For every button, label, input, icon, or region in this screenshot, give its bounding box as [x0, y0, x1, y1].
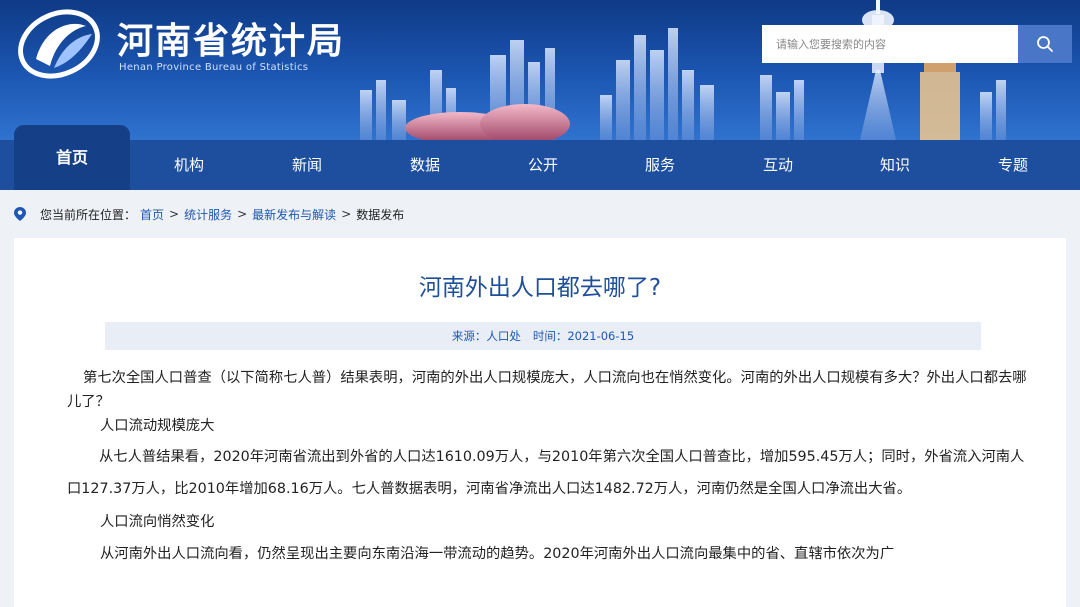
breadcrumb: 您当前所在位置： 首页 > 统计服务 > 最新发布与解读 > 数据发布	[0, 190, 1080, 238]
nav-item-public[interactable]: 公开	[488, 140, 598, 190]
article-subheading: 人口流向悄然变化	[100, 514, 215, 530]
article-title: 河南外出人口都去哪了?	[418, 275, 662, 301]
search-button[interactable]	[1018, 25, 1072, 63]
article-body: 第七次全国人口普查（以下简称七人普）结果表明，河南的外出人口规模庞大，人口流向也…	[67, 366, 1027, 570]
article-paragraph: 从七人普结果看，2020年河南省流出到外省的人口达1610.09万人，与2010…	[67, 449, 1025, 497]
site-title[interactable]: 河南省统计局	[117, 12, 345, 64]
breadcrumb-separator: >	[341, 207, 352, 221]
nav-item-home[interactable]: 首页	[14, 125, 130, 190]
breadcrumb-link-latest-releases[interactable]: 最新发布与解读	[252, 206, 336, 223]
nav-item-interaction[interactable]: 互动	[723, 140, 833, 190]
breadcrumb-link-stat-services[interactable]: 统计服务	[184, 206, 232, 223]
article-subheading: 人口流动规模庞大	[100, 418, 215, 434]
site-header: 河南省统计局 Henan Province Bureau of Statisti…	[0, 0, 1080, 140]
henan-stats-logo-icon[interactable]	[14, 4, 104, 84]
search-box	[762, 25, 1072, 63]
nav-item-services[interactable]: 服务	[605, 140, 715, 190]
breadcrumb-link-home[interactable]: 首页	[140, 206, 164, 223]
location-pin-icon	[14, 207, 26, 221]
article-paragraph: 从河南外出人口流向看，仍然呈现出主要向东南沿海一带流动的趋势。2020年河南外出…	[100, 546, 895, 562]
nav-item-knowledge[interactable]: 知识	[840, 140, 950, 190]
search-icon	[1037, 36, 1053, 52]
article-meta: 来源：人口处 时间：2021-06-15	[105, 322, 981, 350]
city-skyline-banner	[360, 0, 1006, 140]
article-paragraph: 第七次全国人口普查（以下简称七人普）结果表明，河南的外出人口规模庞大，人口流向也…	[67, 370, 1027, 410]
search-input[interactable]	[762, 25, 1018, 63]
site-subtitle: Henan Province Bureau of Statistics	[119, 62, 309, 73]
breadcrumb-current: 数据发布	[356, 207, 405, 222]
article-panel: 河南外出人口都去哪了? 来源：人口处 时间：2021-06-15 第七次全国人口普…	[14, 238, 1066, 607]
nav-item-organization[interactable]: 机构	[134, 140, 244, 190]
article-source: 来源：人口处	[451, 329, 521, 343]
breadcrumb-separator: >	[237, 207, 248, 221]
nav-item-topics[interactable]: 专题	[958, 140, 1068, 190]
nav-item-news[interactable]: 新闻	[252, 140, 362, 190]
nav-item-data[interactable]: 数据	[370, 140, 480, 190]
main-nav: 首页 机构 新闻 数据 公开 服务 互动 知识 专题	[0, 125, 1080, 190]
breadcrumb-separator: >	[169, 207, 180, 221]
article-time: 时间：2021-06-15	[532, 329, 635, 343]
breadcrumb-prefix: 您当前所在位置：	[40, 207, 137, 222]
